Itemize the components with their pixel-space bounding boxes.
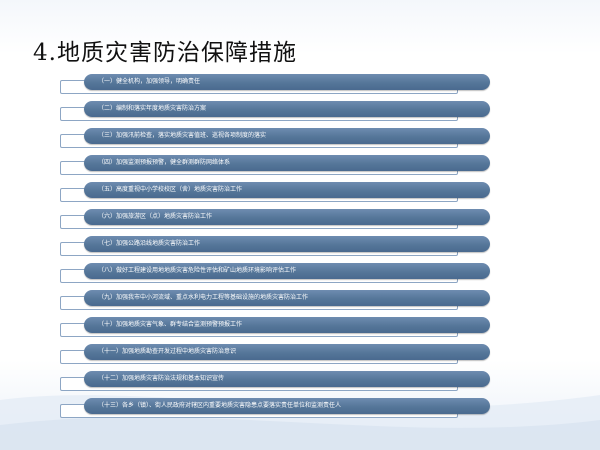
measure-item: （十二）加强地质灾害防治法规和基本知识宣传 [60,369,490,396]
slide-title: 4.地质灾害防治保障措施 [33,40,297,66]
measure-item: （四）加强监测预报预警，健全群测群防网络体系 [60,153,490,180]
measure-item-label: （四）加强监测预报预警，健全群测群防网络体系 [84,155,490,171]
measure-item: （九）加强我市中小河流域、重点水利电力工程等基础设施的地质灾害防治工作 [60,288,490,315]
measure-item-label: （十二）加强地质灾害防治法规和基本知识宣传 [84,371,490,387]
measure-list: （一）健全机构，加强领导，明确责任 （二）编制和落实年度地质灾害防治方案 （三）加强… [60,72,490,423]
measure-item: （一）健全机构，加强领导，明确责任 [60,72,490,99]
measure-item-label: （十三）各乡（镇）、街人民政府对辖区内重要地质灾害隐患点要落实责任单位和监测责任… [84,398,490,414]
measure-item-label: （七）加强公路沿线地质灾害防治工作 [84,236,490,252]
measure-item-label: （十一）加强地质勘查开发过程中地质灾害防治意识 [84,344,490,360]
measure-item: （十三）各乡（镇）、街人民政府对辖区内重要地质灾害隐患点要落实责任单位和监测责任… [60,396,490,423]
measure-item: （十一）加强地质勘查开发过程中地质灾害防治意识 [60,342,490,369]
measure-item-label: （十）加强地质灾害气象、群专结合监测预警预报工作 [84,317,490,333]
measure-item-label: （三）加强汛前检查，落实地质灾害值班、巡视各项制度的落实 [84,128,490,144]
measure-item-label: （六）加强旅游区（点）地质灾害防治工作 [84,209,490,225]
measure-item: （三）加强汛前检查，落实地质灾害值班、巡视各项制度的落实 [60,126,490,153]
measure-item: （六）加强旅游区（点）地质灾害防治工作 [60,207,490,234]
measure-item-label: （八）做好工程建设用地地质灾害危险性评估和矿山地质环境影响评估工作 [84,263,490,279]
measure-item-label: （二）编制和落实年度地质灾害防治方案 [84,101,490,117]
measure-item: （五）高度重视中小学校校区（舍）地质灾害防治工作 [60,180,490,207]
measure-item-label: （一）健全机构，加强领导，明确责任 [84,74,490,90]
measure-item: （八）做好工程建设用地地质灾害危险性评估和矿山地质环境影响评估工作 [60,261,490,288]
measure-item: （十）加强地质灾害气象、群专结合监测预警预报工作 [60,315,490,342]
measure-item-label: （五）高度重视中小学校校区（舍）地质灾害防治工作 [84,182,490,198]
measure-item: （七）加强公路沿线地质灾害防治工作 [60,234,490,261]
measure-item: （二）编制和落实年度地质灾害防治方案 [60,99,490,126]
measure-item-label: （九）加强我市中小河流域、重点水利电力工程等基础设施的地质灾害防治工作 [84,290,490,306]
